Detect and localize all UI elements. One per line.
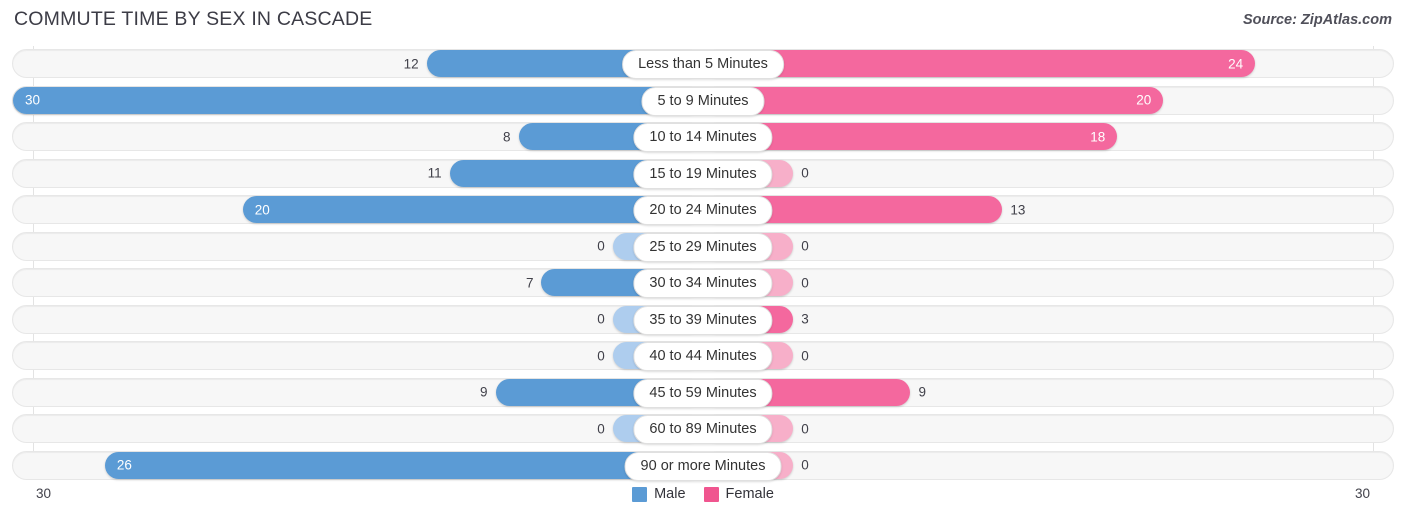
male-value-label: 0 <box>597 420 605 436</box>
female-value-label: 18 <box>1090 128 1106 144</box>
category-label: 60 to 89 Minutes <box>633 415 773 444</box>
category-label: 30 to 34 Minutes <box>633 269 773 298</box>
female-bar[interactable]: 20 <box>703 86 1164 114</box>
legend-item-male[interactable]: Male <box>632 486 686 502</box>
male-bar-container: 7 <box>13 268 703 297</box>
category-label: Less than 5 Minutes <box>622 50 784 79</box>
male-bar-container: 11 <box>13 159 703 188</box>
female-value-label: 0 <box>801 238 809 254</box>
male-bar-container: 8 <box>13 122 703 151</box>
category-label: 40 to 44 Minutes <box>633 342 773 371</box>
male-value-label: 12 <box>403 55 419 71</box>
female-bar-container: 9 <box>703 378 1393 407</box>
category-label: 90 or more Minutes <box>624 451 782 481</box>
female-bar-container: 0 <box>703 451 1393 480</box>
female-bar-container: 0 <box>703 159 1393 188</box>
male-value-label: 26 <box>116 457 132 473</box>
legend-label: Male <box>654 486 686 502</box>
bar-row: 26 0 90 or more Minutes <box>0 448 1406 485</box>
category-label: 45 to 59 Minutes <box>633 378 773 408</box>
bar-row: 0 0 60 to 89 Minutes <box>0 411 1406 448</box>
female-bar-container: 0 <box>703 232 1393 261</box>
male-bar-container: 0 <box>13 341 703 370</box>
source-attribution: Source: ZipAtlas.com <box>1242 12 1392 28</box>
chart-header: COMMUTE TIME BY SEX IN CASCADE Source: Z… <box>0 0 1406 40</box>
bar-row: 11 0 15 to 19 Minutes <box>0 156 1406 193</box>
female-bar-container: 0 <box>703 268 1393 297</box>
male-bar[interactable]: 30 <box>13 86 703 114</box>
female-value-label: 0 <box>801 457 809 473</box>
bar-row: 0 0 25 to 29 Minutes <box>0 229 1406 266</box>
female-bar-container: 20 <box>703 86 1393 115</box>
bar-row: 8 18 10 to 14 Minutes <box>0 119 1406 156</box>
page-title: COMMUTE TIME BY SEX IN CASCADE <box>14 8 373 30</box>
female-bar-container: 13 <box>703 195 1393 224</box>
male-value-label: 30 <box>25 92 41 108</box>
female-bar-container: 18 <box>703 122 1393 151</box>
male-value-label: 0 <box>597 238 605 254</box>
female-value-label: 0 <box>801 420 809 436</box>
female-bar-container: 24 <box>703 49 1393 78</box>
female-bar-container: 0 <box>703 414 1393 443</box>
female-value-label: 9 <box>918 384 926 400</box>
male-bar-container: 12 <box>13 49 703 78</box>
legend-swatch-icon <box>703 486 719 502</box>
category-label: 25 to 29 Minutes <box>633 232 773 262</box>
male-bar[interactable]: 26 <box>104 451 703 479</box>
plot-area: 12 24 Less than 5 Minutes 30 20 5 to 9 Minute… <box>0 46 1406 484</box>
male-bar-container: 0 <box>13 414 703 443</box>
female-value-label: 13 <box>1010 201 1026 217</box>
legend-label: Female <box>725 486 774 502</box>
category-label: 20 to 24 Minutes <box>633 196 773 225</box>
male-bar-container: 20 <box>13 195 703 224</box>
female-value-label: 20 <box>1136 92 1152 108</box>
bar-row: 0 3 35 to 39 Minutes <box>0 302 1406 339</box>
male-bar-container: 9 <box>13 378 703 407</box>
category-label: 15 to 19 Minutes <box>633 159 773 189</box>
category-label: 10 to 14 Minutes <box>633 123 773 152</box>
male-value-label: 11 <box>427 165 442 181</box>
male-bar-container: 30 <box>13 86 703 115</box>
female-bar-container: 0 <box>703 341 1393 370</box>
female-value-label: 0 <box>801 274 809 290</box>
male-value-label: 7 <box>525 274 534 290</box>
bar-row: 30 20 5 to 9 Minutes <box>0 83 1406 120</box>
female-bar-container: 3 <box>703 305 1393 334</box>
female-bar[interactable]: 24 <box>703 50 1256 77</box>
bar-row: 7 0 30 to 34 Minutes <box>0 265 1406 302</box>
chart-legend: Male Female <box>0 486 1406 502</box>
bar-row: 9 9 45 to 59 Minutes <box>0 375 1406 412</box>
female-value-label: 0 <box>801 165 809 181</box>
male-value-label: 20 <box>254 201 270 217</box>
male-bar-container: 26 <box>13 451 703 480</box>
male-bar-container: 0 <box>13 305 703 334</box>
female-value-label: 0 <box>801 347 809 363</box>
female-value-label: 24 <box>1228 55 1244 71</box>
bar-row: 0 0 40 to 44 Minutes <box>0 338 1406 375</box>
bar-row: 12 24 Less than 5 Minutes <box>0 46 1406 83</box>
male-value-label: 9 <box>480 384 488 400</box>
category-label: 35 to 39 Minutes <box>633 305 773 335</box>
commute-time-chart: COMMUTE TIME BY SEX IN CASCADE Source: Z… <box>0 0 1406 522</box>
female-value-label: 3 <box>801 311 809 327</box>
male-value-label: 0 <box>597 311 605 327</box>
male-bar-container: 0 <box>13 232 703 261</box>
legend-swatch-icon <box>632 486 648 502</box>
legend-item-female[interactable]: Female <box>703 486 774 502</box>
male-value-label: 0 <box>597 347 605 363</box>
bar-row: 20 13 20 to 24 Minutes <box>0 192 1406 229</box>
category-label: 5 to 9 Minutes <box>641 86 765 116</box>
bar-rows: 12 24 Less than 5 Minutes 30 20 5 to 9 Minute… <box>0 46 1406 484</box>
male-value-label: 8 <box>502 128 511 144</box>
